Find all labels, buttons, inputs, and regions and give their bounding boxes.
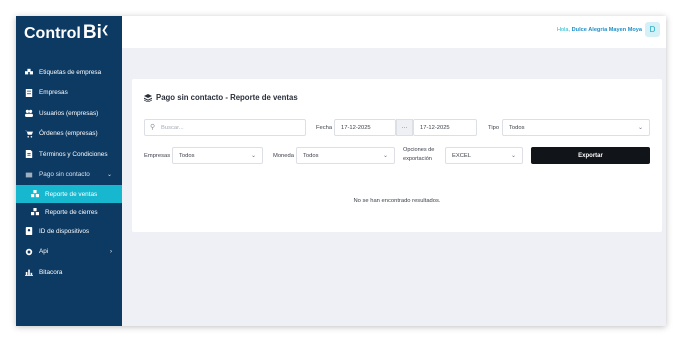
fecha-end-input[interactable]: 17-12-2025 [413,119,477,136]
export-button[interactable]: Exportar [531,147,650,164]
page-title-text: Pago sin contacto - Reporte de ventas [156,93,298,102]
search-icon: ⚲ [150,124,156,131]
tipo-select[interactable]: Todos ⌄ [502,119,650,136]
export-options-label-line2: exportación [403,155,432,162]
sidebar-item-label: Órdenes (empresas) [39,130,98,138]
sidebar-item-label: Términos y Condiciones [39,150,108,158]
empty-state-message: No se han encontrado resultados. [353,198,441,204]
chevron-right-icon: › [110,248,112,255]
tipo-value: Todos [509,124,525,131]
sidebar-item-api[interactable]: Api › [16,242,122,263]
sidebar-item-usuarios[interactable]: Usuarios (empresas) [16,103,122,124]
sidebar-item-reporte-cierres[interactable]: Reporte de cierres [16,203,122,221]
boxes-icon [30,208,39,217]
search-input[interactable]: ⚲ Buscar... [144,119,306,136]
sidebar-item-reporte-ventas[interactable]: Reporte de ventas [16,185,122,203]
cart-icon [24,129,33,138]
moneda-label: Moneda [273,153,294,159]
top-bar: Hola, Dulce Alegria Mayen Moya D [122,16,666,48]
code-icon [24,247,33,256]
users-icon [24,109,33,118]
moneda-select[interactable]: Todos ⌄ [296,147,395,164]
chevron-left-icon[interactable]: ❮ [101,25,109,36]
sidebar-nav: Etiquetas de empresa Empresas Usuarios (… [16,62,122,283]
avatar[interactable]: D [645,22,660,37]
sidebar-item-etiquetas[interactable]: Etiquetas de empresa [16,62,122,83]
empresas-value: Todos [179,152,195,159]
export-format-value: EXCEL [452,152,472,159]
fecha-start-input[interactable]: 17-12-2025 [334,119,396,136]
chevron-down-icon: ⌄ [106,172,112,179]
sidebar-item-label: Reporte de cierres [45,208,98,216]
fecha-label: Fecha [316,125,333,131]
document-icon [24,150,33,159]
sidebar-item-label: Pago sin contacto [39,171,90,179]
sidebar-item-pago-sin-contacto[interactable]: Pago sin contacto ⌄ [16,165,122,186]
sidebar-item-label: Etiquetas de empresa [39,68,102,76]
export-options-label: Opciones de exportación [403,146,434,164]
chevron-down-icon: ⌄ [637,125,643,131]
contactless-icon [24,170,33,179]
search-placeholder: Buscar... [161,124,184,131]
boxes-icon [30,190,39,199]
sidebar-item-terminos[interactable]: Términos y Condiciones [16,144,122,165]
export-format-select[interactable]: EXCEL ⌄ [445,147,523,164]
sidebar-item-label: Empresas [39,89,68,97]
sidebar-item-id-dispositivos[interactable]: ID de dispositivos [16,221,122,242]
chevron-down-icon: ⌄ [382,153,388,159]
sidebar-item-label: Bitacora [39,268,63,276]
greeting-text: Hola, [557,27,571,33]
sidebar-item-empresas[interactable]: Empresas [16,83,122,104]
export-options-label-line1: Opciones de [403,147,435,153]
date-range-separator: ··· [396,119,413,136]
empresas-select[interactable]: Todos ⌄ [172,147,263,164]
moneda-value: Todos [303,152,319,159]
user-name[interactable]: Dulce Alegria Mayen Moya [572,27,642,33]
logo-text: Control [24,25,81,42]
tipo-label: Tipo [488,125,500,131]
sidebar-item-label: Reporte de ventas [45,190,98,198]
app-window: Control Bi ❮ Etiquetas de empresa Empresa… [16,16,666,326]
sidebar-item-label: Usuarios (empresas) [39,109,99,117]
report-card: Pago sin contacto - Reporte de ventas ⚲ … [132,79,662,232]
chart-icon [24,268,33,277]
empresas-label: Empresas [144,153,171,159]
building-icon [24,88,33,97]
sidebar-item-label: ID de dispositivos [39,227,90,235]
sidebar-item-ordenes[interactable]: Órdenes (empresas) [16,124,122,145]
id-card-icon [24,227,33,236]
user-greeting: Hola, Dulce Alegria Mayen Moya [557,27,642,33]
sidebar-item-bitacora[interactable]: Bitacora [16,262,122,283]
app-logo: Control Bi [24,22,102,44]
layers-icon [144,93,152,102]
page-title: Pago sin contacto - Reporte de ventas [144,93,298,102]
logo-mark: Bi [82,22,102,43]
chevron-down-icon: ⌄ [250,153,256,159]
sidebar-item-label: Api [39,248,49,256]
sidebar: Control Bi ❮ Etiquetas de empresa Empresa… [16,16,122,326]
chevron-down-icon: ⌄ [510,153,516,159]
tags-icon [24,68,33,77]
